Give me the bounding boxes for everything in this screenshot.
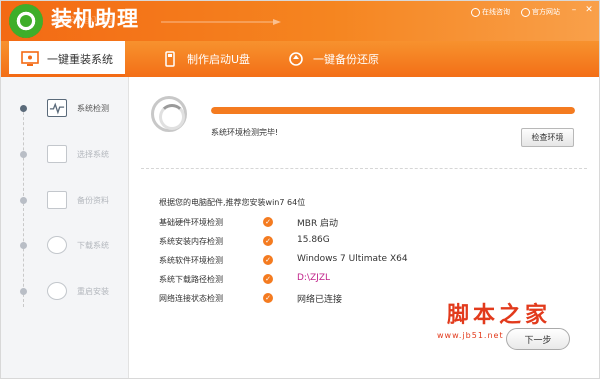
check-label: 系统安装内存检测 bbox=[159, 237, 223, 246]
watermark-url: www.jb51.net bbox=[437, 331, 504, 340]
detect-status-text: 系统环境检测完毕! bbox=[211, 128, 279, 137]
step-sidebar: 系统检测 选择系统 备份资料 下载系统 重启安装 bbox=[1, 77, 129, 378]
list-item: 系统下载路径检测 ✓ D:\ZJZL bbox=[159, 271, 459, 290]
check-label: 系统下载路径检测 bbox=[159, 275, 223, 284]
check-mark-icon: ✓ bbox=[263, 217, 273, 227]
check-label: 系统软件环境检测 bbox=[159, 256, 223, 265]
sidebar-item-label: 备份资料 bbox=[77, 195, 109, 205]
online-help-label: 在线咨询 bbox=[482, 8, 510, 16]
check-mark-icon: ✓ bbox=[263, 255, 273, 265]
sidebar-item-label: 重启安装 bbox=[77, 286, 109, 296]
usb-cable-icon bbox=[161, 19, 281, 25]
step-dot bbox=[20, 104, 27, 112]
list-item: 系统安装内存检测 ✓ 15.86G bbox=[159, 233, 459, 252]
tab-backup-restore[interactable]: 一键备份还原 bbox=[287, 41, 379, 77]
check-value: 网络已连接 bbox=[297, 295, 343, 305]
recommend-text: 根据您的电脑配件,推荐您安装win7 64位 bbox=[159, 198, 306, 207]
headset-icon bbox=[471, 7, 480, 17]
check-label: 基础硬件环境检测 bbox=[159, 218, 223, 227]
official-site-link[interactable]: 官方网站 bbox=[521, 7, 560, 17]
home-icon bbox=[521, 7, 530, 17]
detect-spinner-icon bbox=[151, 96, 187, 132]
files-icon bbox=[47, 191, 67, 209]
installer-window: 装机助理 装机助理 在线咨询 官方网站 – ✕ 一键重装系统 制作启动U盘 一键… bbox=[0, 0, 600, 379]
next-step-button[interactable]: 下一步 bbox=[506, 328, 570, 350]
list-item: 系统软件环境检测 ✓ Windows 7 Ultimate X64 bbox=[159, 252, 459, 271]
sidebar-item-system-detect[interactable]: 系统检测 bbox=[1, 93, 129, 123]
tab-make-usb[interactable]: 制作启动U盘 bbox=[161, 41, 250, 77]
sidebar-item-backup-data[interactable]: 备份资料 bbox=[1, 185, 129, 215]
tab-reinstall-system[interactable]: 一键重装系统 bbox=[9, 41, 125, 77]
close-icon[interactable]: ✕ bbox=[584, 5, 594, 15]
sidebar-item-label: 选择系统 bbox=[77, 149, 109, 159]
sidebar-item-restart-install[interactable]: 重启安装 bbox=[1, 276, 129, 306]
download-icon bbox=[47, 236, 67, 254]
tab-backup-label: 一键备份还原 bbox=[313, 53, 379, 66]
watermark-text: 脚本之家 bbox=[447, 302, 552, 328]
usb-icon bbox=[165, 51, 175, 67]
sidebar-item-select-system[interactable]: 选择系统 bbox=[1, 139, 129, 169]
sidebar-item-label: 下载系统 bbox=[77, 240, 109, 250]
backup-icon bbox=[289, 52, 303, 66]
tab-reinstall-label: 一键重装系统 bbox=[47, 53, 113, 66]
check-mark-icon: ✓ bbox=[263, 274, 273, 284]
step-dot bbox=[20, 241, 27, 249]
minimize-icon[interactable]: – bbox=[569, 5, 579, 15]
online-help-link[interactable]: 在线咨询 bbox=[471, 7, 510, 17]
sidebar-item-label: 系统检测 bbox=[77, 103, 109, 113]
list-item: 网络连接状态检测 ✓ 网络已连接 bbox=[159, 290, 459, 309]
check-environment-button[interactable]: 检查环境 bbox=[521, 128, 574, 147]
title-bar: 装机助理 装机助理 在线咨询 官方网站 – ✕ bbox=[1, 1, 599, 41]
check-value: D:\ZJZL bbox=[297, 273, 330, 283]
check-label: 网络连接状态检测 bbox=[159, 294, 223, 303]
check-results-list: 基础硬件环境检测 ✓ MBR 启动 系统安装内存检测 ✓ 15.86G 系统软件… bbox=[159, 214, 459, 309]
step-dot bbox=[20, 287, 27, 295]
check-value: MBR 启动 bbox=[297, 219, 339, 229]
monitor-icon bbox=[21, 51, 39, 66]
main-nav: 一键重装系统 制作启动U盘 一键备份还原 bbox=[1, 41, 599, 77]
check-value: Windows 7 Ultimate X64 bbox=[297, 254, 408, 264]
official-site-label: 官方网站 bbox=[532, 8, 560, 16]
restart-icon bbox=[47, 282, 67, 300]
check-mark-icon: ✓ bbox=[263, 236, 273, 246]
check-value: 15.86G bbox=[297, 235, 330, 245]
tab-usb-label: 制作启动U盘 bbox=[187, 53, 251, 66]
app-logo-icon bbox=[9, 4, 43, 38]
check-mark-icon: ✓ bbox=[263, 293, 273, 303]
monitor-icon bbox=[47, 145, 67, 163]
detect-progress-fill bbox=[211, 107, 575, 114]
list-item: 基础硬件环境检测 ✓ MBR 启动 bbox=[159, 214, 459, 233]
sidebar-item-download-system[interactable]: 下载系统 bbox=[1, 230, 129, 260]
step-dot bbox=[20, 196, 27, 204]
detect-progress-bar bbox=[211, 107, 575, 114]
app-title-reflection: 装机助理 bbox=[51, 14, 115, 24]
pulse-icon bbox=[47, 99, 67, 117]
section-divider bbox=[141, 168, 587, 169]
step-dot bbox=[20, 150, 27, 158]
